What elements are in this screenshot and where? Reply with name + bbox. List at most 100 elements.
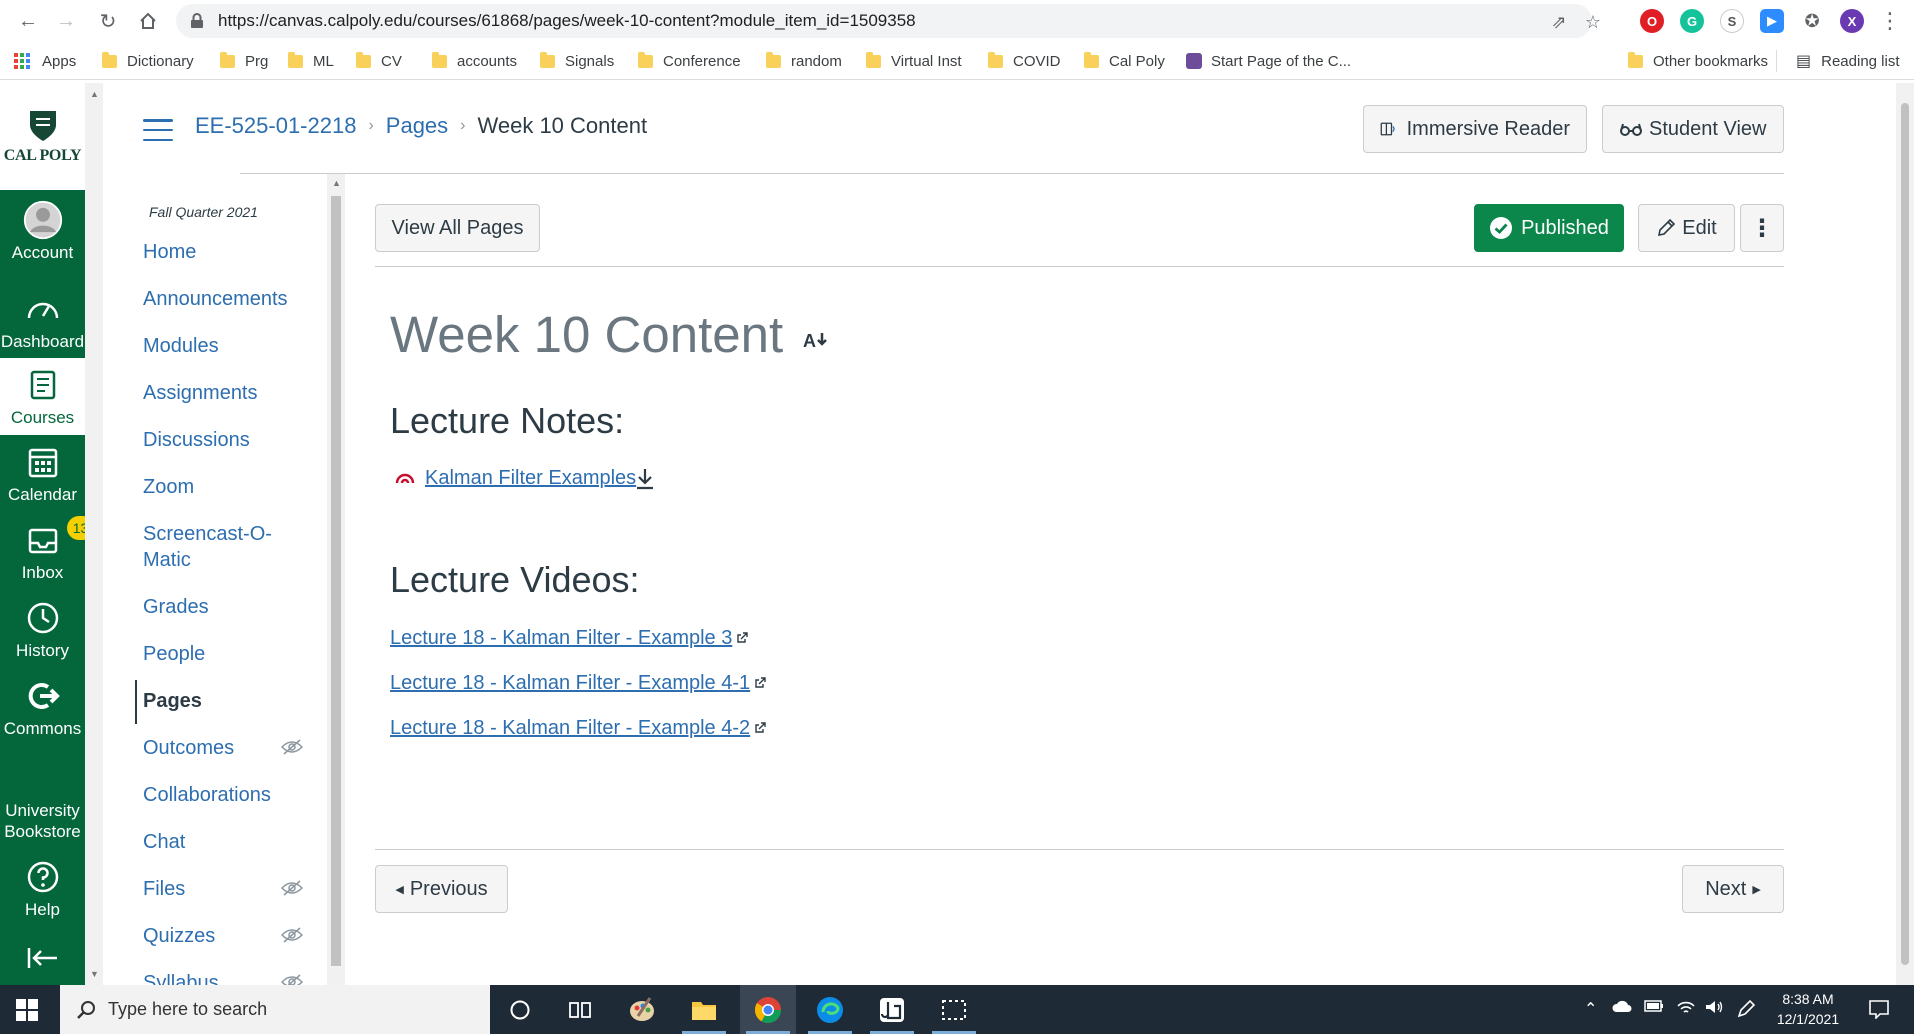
lecture-video-link[interactable]: Lecture 18 - Kalman Filter - Example 3 (390, 627, 749, 650)
bookmark-signals[interactable]: Signals (540, 50, 614, 72)
course-nav-grades[interactable]: Grades (143, 594, 209, 620)
tray-overflow-chevron-icon[interactable]: ⌃ (1584, 999, 1597, 1019)
bookmark-virtual-inst[interactable]: Virtual Inst (866, 50, 962, 72)
taskbar-clock[interactable]: 8:38 AM 12/1/2021 (1768, 989, 1848, 1029)
course-nav-collaborations[interactable]: Collaborations (143, 782, 271, 808)
bookmark-random[interactable]: random (766, 50, 842, 72)
kalman-filter-examples-link[interactable]: Kalman Filter Examples (425, 467, 636, 490)
bookmark-cv[interactable]: CV (356, 50, 402, 72)
global-nav-history[interactable]: History (0, 591, 85, 669)
paint-app-icon[interactable] (614, 985, 670, 1034)
bookmark-star-icon[interactable]: ☆ (1582, 11, 1604, 33)
next-button[interactable]: Next ▶ (1682, 865, 1784, 913)
extensions-puzzle-icon[interactable]: ✪ (1800, 9, 1824, 33)
scrollbar-thumb[interactable] (331, 196, 341, 966)
reload-icon[interactable]: ↻ (94, 7, 122, 35)
pen-workspace-icon[interactable] (1736, 999, 1756, 1024)
bookmark-accounts[interactable]: accounts (432, 50, 517, 72)
immersive-reader-button[interactable]: Immersive Reader (1363, 105, 1587, 153)
course-nav-quizzes[interactable]: Quizzes (143, 923, 215, 949)
global-nav-university-bookstore[interactable]: University Bookstore (0, 785, 85, 857)
snip-app-icon[interactable] (864, 985, 920, 1034)
global-nav-calendar[interactable]: Calendar (0, 435, 85, 513)
home-icon[interactable] (134, 7, 162, 35)
global-nav-inbox[interactable]: 13 Inbox (0, 513, 95, 591)
hamburger-menu-icon[interactable] (143, 119, 173, 141)
course-nav-files[interactable]: Files (143, 876, 185, 902)
task-view-icon[interactable] (552, 985, 608, 1034)
course-nav-scrollbar[interactable]: ▲ (327, 174, 345, 985)
wifi-icon[interactable] (1676, 999, 1696, 1020)
forward-icon[interactable]: → (52, 7, 80, 35)
scroll-up-arrow-icon[interactable]: ▲ (90, 89, 99, 99)
bookmark-prg[interactable]: Prg (220, 50, 268, 72)
bookmark-covid[interactable]: COVID (988, 50, 1061, 72)
edge-taskbar-icon[interactable] (802, 985, 858, 1034)
battery-icon[interactable] (1644, 999, 1664, 1018)
cal-poly-logo[interactable]: CAL POLY (0, 83, 85, 190)
notifications-icon[interactable] (1868, 999, 1890, 1024)
cortana-icon[interactable] (492, 985, 548, 1034)
scroll-up-arrow-icon[interactable]: ▲ (332, 178, 341, 188)
bookmark-start-page-of-the-c[interactable]: Start Page of the C... (1186, 50, 1351, 72)
course-nav-chat[interactable]: Chat (143, 829, 185, 855)
address-bar[interactable]: https://canvas.calpoly.edu/courses/61868… (176, 4, 1601, 38)
course-nav-announcements[interactable]: Announcements (143, 286, 288, 312)
course-nav-assignments[interactable]: Assignments (143, 380, 258, 406)
profile-avatar[interactable]: X (1840, 9, 1864, 33)
global-nav-account[interactable]: Account (0, 190, 85, 273)
more-options-button[interactable]: ⋮ (1740, 204, 1784, 252)
student-view-button[interactable]: Student View (1602, 105, 1784, 153)
global-nav-commons[interactable]: Commons (0, 669, 85, 747)
other-bookmarks[interactable]: Other bookmarks (1628, 50, 1768, 72)
bookmark-dictionary[interactable]: Dictionary (102, 50, 194, 72)
published-button[interactable]: Published (1474, 204, 1624, 252)
url-text[interactable]: https://canvas.calpoly.edu/courses/61868… (218, 11, 916, 31)
share-icon[interactable]: ⇗ (1548, 11, 1570, 33)
course-nav-discussions[interactable]: Discussions (143, 427, 250, 453)
course-nav-people[interactable]: People (143, 641, 205, 667)
windows-start-icon[interactable] (16, 999, 38, 1021)
browser-menu-icon[interactable]: ⋮ (1876, 7, 1904, 35)
bookmark-apps[interactable]: Apps (14, 50, 76, 72)
course-nav-screencast-o-matic[interactable]: Screencast-O-Matic (143, 521, 283, 573)
taskbar-search-box[interactable]: Type here to search (60, 985, 490, 1034)
reading-list[interactable]: ▤ Reading list (1796, 50, 1900, 72)
scrollbar-thumb[interactable] (1901, 103, 1909, 965)
s-ext-icon[interactable]: S (1720, 9, 1744, 33)
lecture-video-link[interactable]: Lecture 18 - Kalman Filter - Example 4-2 (390, 717, 766, 740)
download-icon[interactable] (634, 467, 656, 496)
zoom-ext-icon[interactable]: ▶ (1760, 9, 1784, 33)
back-icon[interactable]: ← (14, 7, 42, 35)
opera-ext-icon[interactable]: O (1640, 9, 1664, 33)
scroll-down-arrow-icon[interactable]: ▼ (90, 969, 99, 979)
global-nav-courses[interactable]: Courses (0, 358, 85, 435)
onedrive-icon[interactable] (1612, 999, 1632, 1018)
course-nav-zoom[interactable]: Zoom (143, 474, 194, 500)
bookmark-cal-poly[interactable]: Cal Poly (1084, 50, 1165, 72)
chrome-taskbar-icon[interactable] (740, 985, 796, 1034)
course-nav-pages[interactable]: Pages (143, 688, 202, 714)
breadcrumb-course[interactable]: EE-525-01-2218 (195, 113, 356, 139)
grammarly-ext-icon[interactable]: G (1680, 9, 1704, 33)
view-all-pages-button[interactable]: View All Pages (375, 204, 540, 252)
course-nav-modules[interactable]: Modules (143, 333, 219, 359)
text-direction-icon[interactable]: A (803, 327, 829, 351)
course-nav-outcomes[interactable]: Outcomes (143, 735, 234, 761)
course-nav-home[interactable]: Home (143, 239, 196, 265)
global-nav-help[interactable]: Help (0, 849, 85, 929)
edit-button[interactable]: Edit (1638, 204, 1735, 252)
previous-button[interactable]: ◀ Previous (375, 865, 508, 913)
bookmark-conference[interactable]: Conference (638, 50, 741, 72)
collapse-nav-button[interactable] (0, 939, 85, 979)
breadcrumb-pages[interactable]: Pages (386, 113, 448, 139)
snipping-tool-icon[interactable] (926, 985, 982, 1034)
lecture-video-link[interactable]: Lecture 18 - Kalman Filter - Example 4-1 (390, 672, 766, 695)
bookmark-ml[interactable]: ML (288, 50, 334, 72)
course-nav-syllabus[interactable]: Syllabus (143, 970, 219, 985)
file-explorer-icon[interactable] (676, 985, 732, 1034)
global-nav-scrollbar[interactable]: ▲ ▼ (85, 83, 103, 985)
global-nav-dashboard[interactable]: Dashboard (0, 283, 85, 358)
volume-icon[interactable] (1704, 999, 1724, 1020)
page-scrollbar[interactable] (1896, 83, 1914, 985)
